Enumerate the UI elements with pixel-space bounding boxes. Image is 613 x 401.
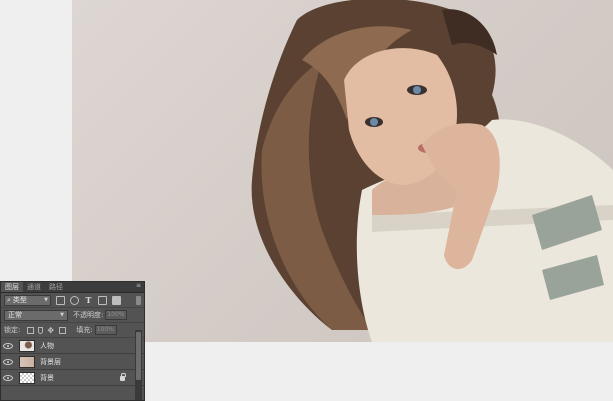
blend-mode-select[interactable]: 正常 ▼ <box>4 309 68 321</box>
layer-thumbnail <box>19 371 35 384</box>
layer-name: 背景 <box>40 373 54 382</box>
opacity-field[interactable]: 100% <box>105 310 128 320</box>
layer-row-person[interactable]: 人物 <box>1 338 144 354</box>
lock-row: 锁定: ✥ 填充: 100% <box>1 323 144 338</box>
tab-layers[interactable]: 图层 <box>1 282 23 292</box>
smart-object-filter-icon[interactable] <box>112 295 121 305</box>
chevron-down-icon: ▼ <box>60 312 64 318</box>
type-filter-icon[interactable]: T <box>84 295 93 305</box>
panel-tabs: 图层 通道 路径 <box>1 282 144 293</box>
blend-row: 正常 ▼ 不透明度: 100% <box>1 308 144 323</box>
tab-channels[interactable]: 通道 <box>23 282 45 292</box>
layer-row-background[interactable]: 背景 <box>1 370 144 386</box>
lock-transparent-icon[interactable] <box>27 326 35 334</box>
panel-menu-icon[interactable]: ≡ <box>136 283 142 289</box>
layer-name: 背景层 <box>40 357 61 366</box>
opacity-label: 不透明度: <box>73 311 104 319</box>
eye-icon[interactable] <box>3 358 13 365</box>
shape-filter-icon[interactable] <box>98 295 107 305</box>
layer-thumbnail <box>19 339 35 352</box>
layer-filter-select[interactable]: ⌕ 类型 ▼ <box>4 294 51 306</box>
lock-icon <box>120 373 126 381</box>
eye-icon[interactable] <box>3 342 13 349</box>
adjustment-filter-icon[interactable] <box>70 295 79 305</box>
eye-icon[interactable] <box>3 374 13 381</box>
lock-label: 锁定: <box>4 326 21 334</box>
tab-paths[interactable]: 路径 <box>45 282 67 292</box>
blend-mode-value: 正常 <box>8 311 22 319</box>
filter-toggle[interactable] <box>136 296 141 305</box>
lock-position-icon[interactable]: ✥ <box>47 326 55 334</box>
lock-pixels-icon[interactable] <box>38 326 44 334</box>
fill-field[interactable]: 100% <box>94 325 117 335</box>
workspace: 图层 通道 路径 ≡ ⌕ 类型 ▼ T 正常 ▼ 不透明度: 100% 锁定: … <box>0 0 613 401</box>
layer-thumbnail <box>19 355 35 368</box>
layer-name: 人物 <box>40 341 54 350</box>
layer-list: 人物 背景层 背景 <box>1 338 144 386</box>
filter-label: 类型 <box>12 296 27 304</box>
fill-label: 填充: <box>76 326 93 334</box>
canvas-photo[interactable] <box>72 0 613 342</box>
lock-all-icon[interactable] <box>59 326 67 334</box>
scrollbar-thumb[interactable] <box>136 332 141 380</box>
search-icon: ⌕ <box>7 295 11 304</box>
pixel-filter-icon[interactable] <box>56 295 65 305</box>
portrait-image <box>251 0 613 342</box>
layers-panel: 图层 通道 路径 ≡ ⌕ 类型 ▼ T 正常 ▼ 不透明度: 100% 锁定: … <box>0 281 145 401</box>
chevron-down-icon: ▼ <box>44 297 48 303</box>
layer-row-background-layer[interactable]: 背景层 <box>1 354 144 370</box>
filter-row: ⌕ 类型 ▼ T <box>1 293 144 308</box>
